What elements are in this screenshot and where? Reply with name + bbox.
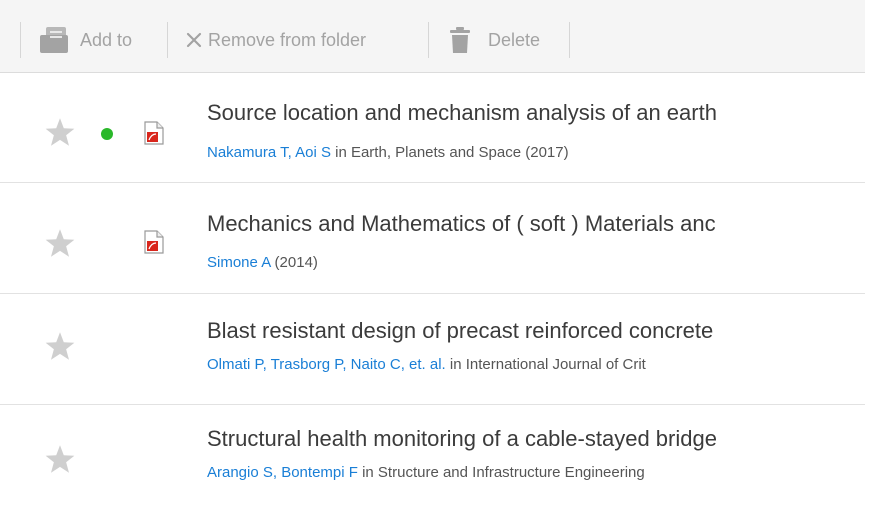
toolbar: Add to Remove from folder Delete: [0, 0, 865, 73]
document-authors-link[interactable]: Simone A: [207, 254, 270, 271]
document-row[interactable]: Blast resistant design of precast reinfo…: [0, 294, 865, 405]
document-row[interactable]: Source location and mechanism analysis o…: [0, 72, 865, 183]
document-title[interactable]: Mechanics and Mathematics of ( soft ) Ma…: [207, 211, 857, 237]
document-title[interactable]: Source location and mechanism analysis o…: [207, 100, 857, 126]
document-row[interactable]: Structural health monitoring of a cable-…: [0, 404, 865, 514]
toolbar-divider: [569, 22, 570, 58]
delete-button[interactable]: Delete: [450, 22, 540, 58]
pdf-icon[interactable]: [144, 121, 164, 145]
document-authors-link[interactable]: Olmati P, Trasborg P, Naito C, et. al.: [207, 356, 446, 373]
remove-from-folder-label: Remove from folder: [208, 29, 367, 50]
star-icon[interactable]: [44, 228, 76, 258]
document-meta: Nakamura T, Aoi S in Earth, Planets and …: [207, 144, 857, 161]
pdf-icon[interactable]: [144, 230, 164, 254]
document-authors-link[interactable]: Nakamura T, Aoi S: [207, 144, 331, 161]
document-source: (2014): [270, 254, 318, 271]
toolbar-divider: [428, 22, 429, 58]
document-source: in Structure and Infrastructure Engineer…: [357, 464, 645, 481]
close-icon: [186, 32, 202, 48]
toolbar-divider: [167, 22, 168, 58]
toolbar-divider: [20, 22, 21, 58]
document-source: in Earth, Planets and Space (2017): [330, 144, 569, 161]
add-to-button[interactable]: Add to: [38, 22, 132, 58]
document-meta: Simone A (2014): [207, 254, 857, 271]
star-icon[interactable]: [44, 444, 76, 474]
trash-icon: [450, 27, 470, 53]
add-to-icon: [38, 25, 70, 55]
delete-label: Delete: [488, 29, 541, 50]
remove-from-folder-button[interactable]: Remove from folder: [186, 22, 366, 58]
document-title[interactable]: Blast resistant design of precast reinfo…: [207, 318, 857, 344]
star-icon[interactable]: [44, 331, 76, 361]
add-to-label: Add to: [80, 29, 133, 50]
unread-dot-icon: [101, 128, 113, 140]
document-source: in International Journal of Crit: [445, 356, 646, 373]
document-meta: Olmati P, Trasborg P, Naito C, et. al. i…: [207, 356, 857, 373]
document-row[interactable]: Mechanics and Mathematics of ( soft ) Ma…: [0, 183, 865, 294]
document-title[interactable]: Structural health monitoring of a cable-…: [207, 426, 857, 452]
document-meta: Arangio S, Bontempi F in Structure and I…: [207, 464, 857, 481]
document-authors-link[interactable]: Arangio S, Bontempi F: [207, 464, 358, 481]
star-icon[interactable]: [44, 117, 76, 147]
